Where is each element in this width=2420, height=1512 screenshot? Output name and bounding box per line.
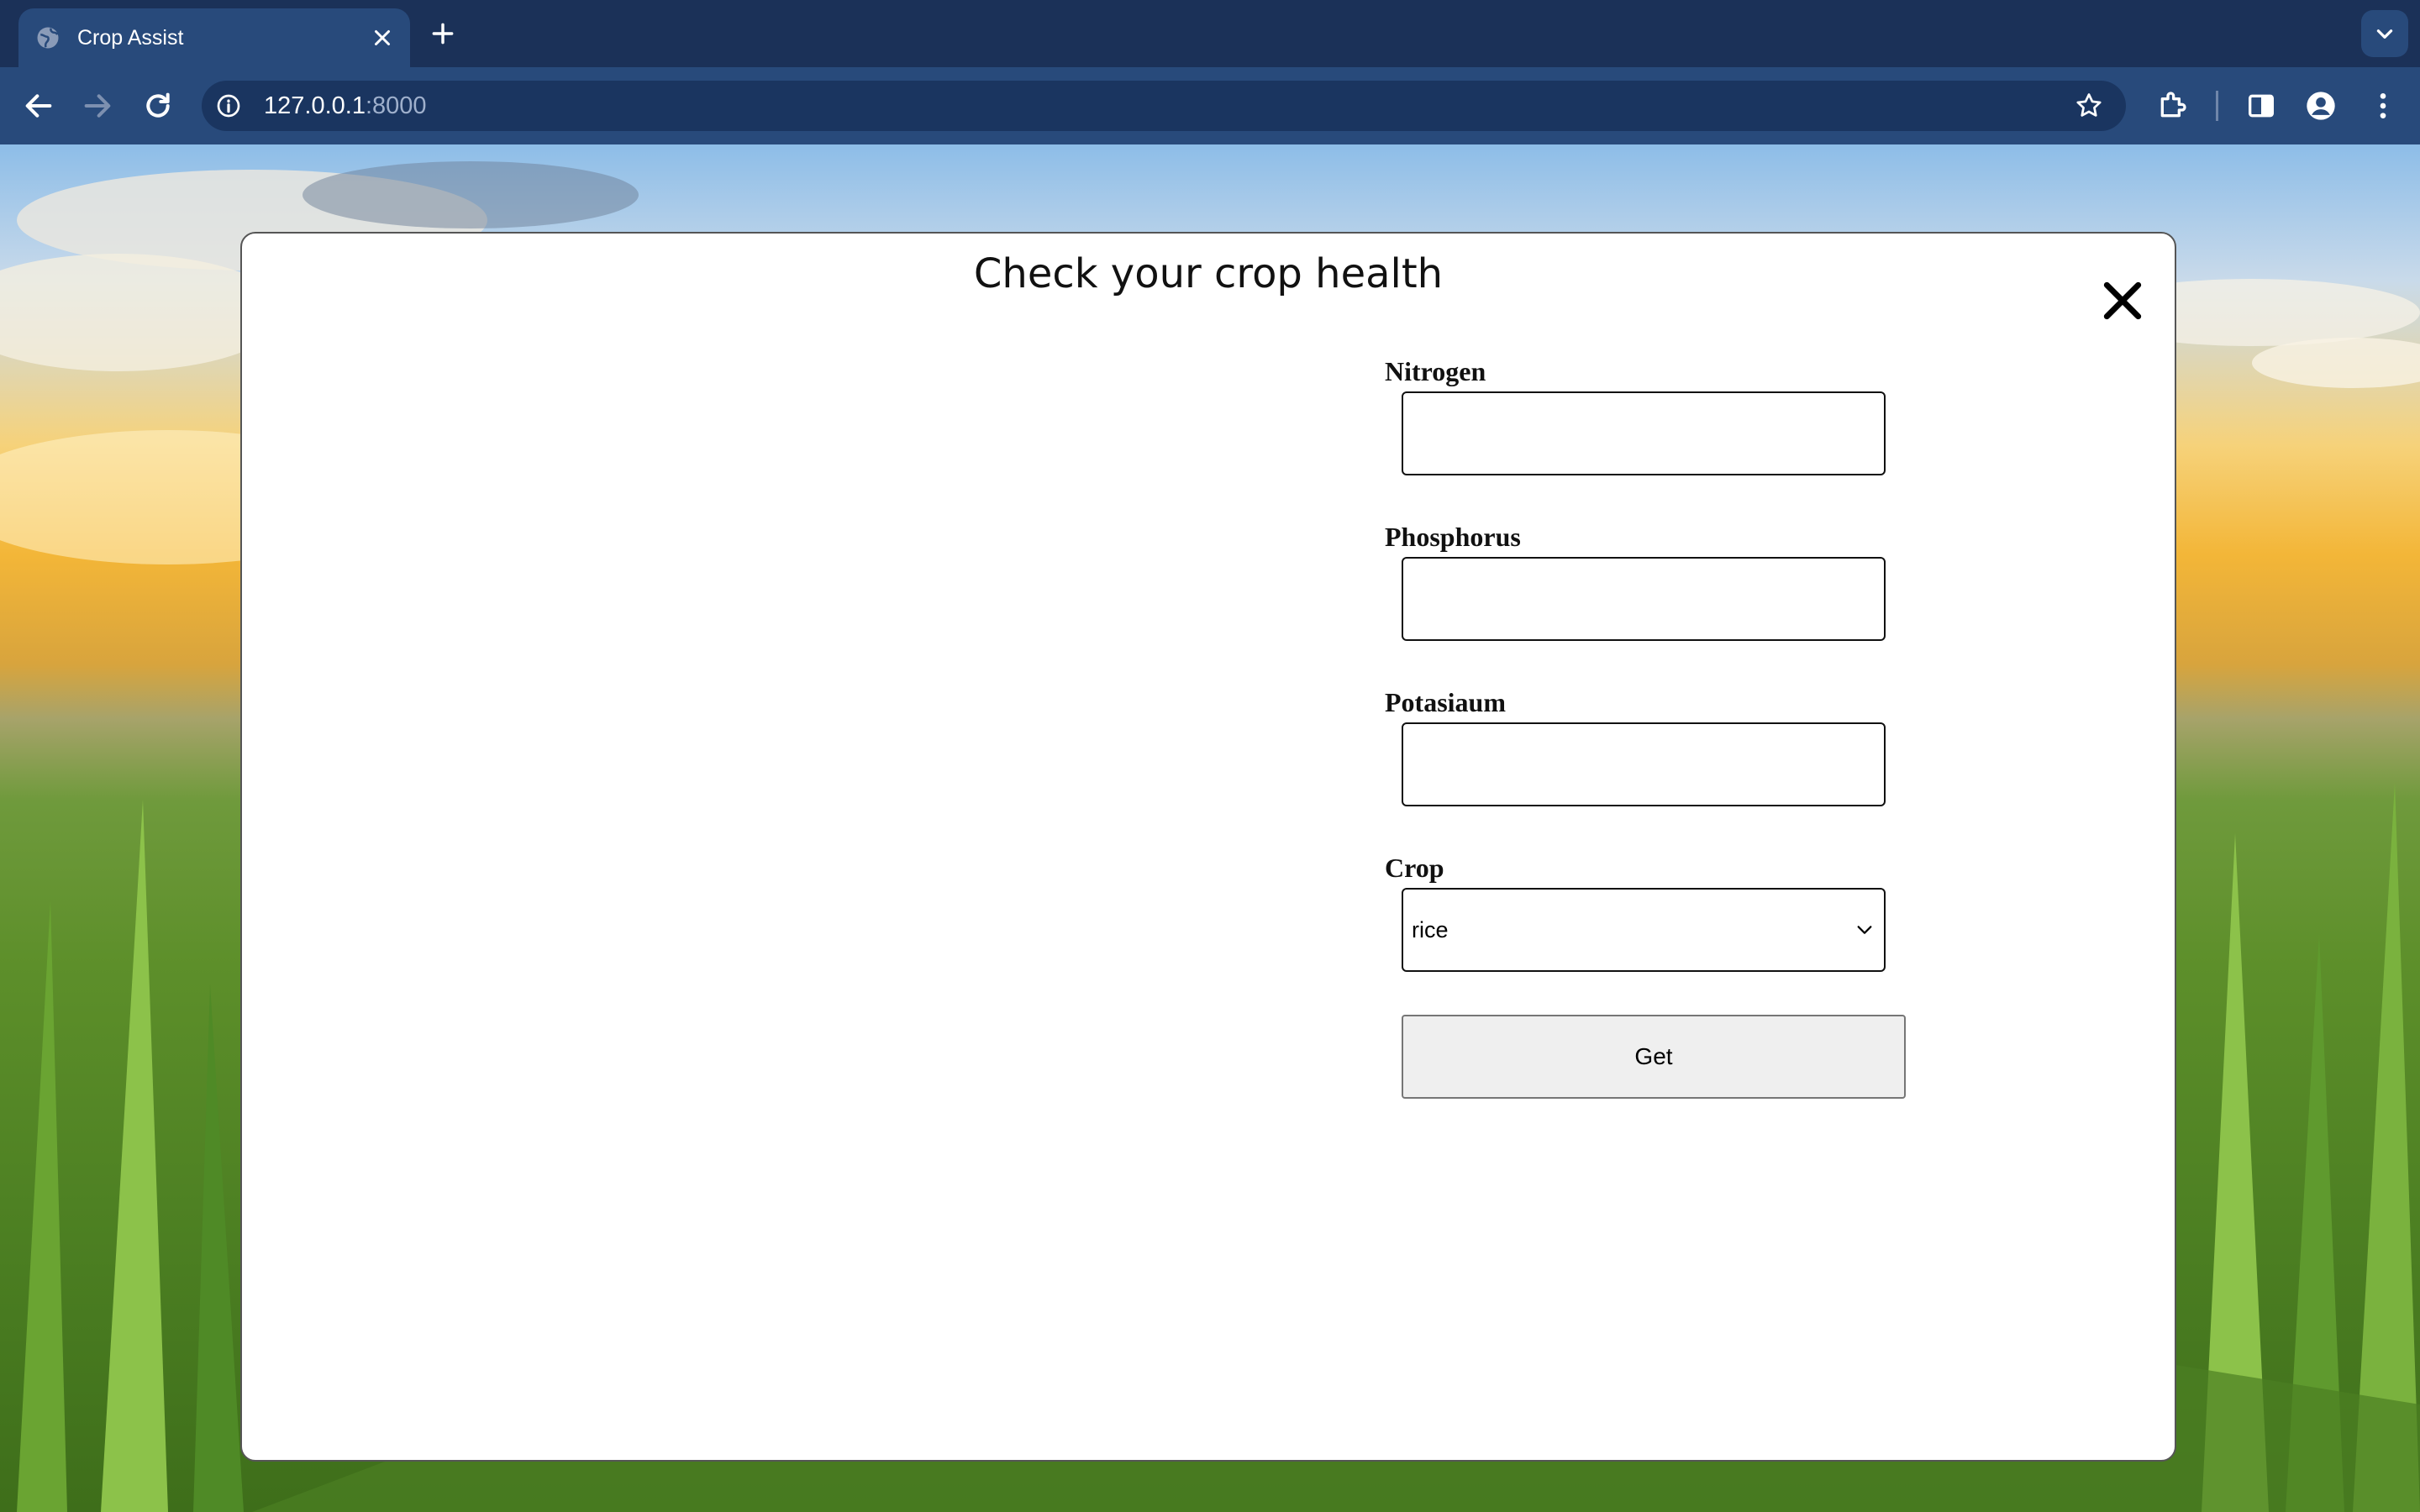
crop-health-modal: Check your crop health Nitrogen Phosphor…	[240, 232, 2176, 1462]
tab-search-button[interactable]	[2361, 10, 2408, 57]
browser-tabstrip: Crop Assist	[0, 0, 2420, 67]
forward-icon[interactable]	[81, 89, 114, 123]
url-text: 127.0.0.1:8000	[264, 91, 427, 121]
close-icon[interactable]	[2099, 277, 2146, 324]
side-panel-icon[interactable]	[2244, 89, 2278, 123]
potassium-label: Potasiaum	[1385, 687, 1506, 717]
modal-title: Check your crop health	[973, 250, 1444, 297]
chevron-down-icon	[2376, 29, 2393, 39]
url-port: :8000	[365, 92, 427, 119]
info-icon[interactable]	[215, 92, 242, 119]
browser-toolbar: 127.0.0.1:8000	[0, 67, 2420, 144]
menu-kebab-icon[interactable]	[2366, 89, 2400, 123]
crop-select[interactable]: rice	[1402, 888, 1886, 972]
phosphorus-label: Phosphorus	[1385, 522, 1521, 552]
phosphorus-input[interactable]	[1402, 557, 1886, 641]
page-viewport: Check your crop health Nitrogen Phosphor…	[0, 144, 2420, 1512]
reload-icon[interactable]	[141, 89, 175, 123]
close-tab-icon[interactable]	[370, 25, 395, 50]
bookmark-star-icon[interactable]	[2074, 91, 2104, 121]
profile-icon[interactable]	[2304, 89, 2338, 123]
new-tab-icon[interactable]	[429, 20, 456, 47]
nitrogen-label: Nitrogen	[1385, 356, 1486, 386]
chevron-down-icon	[1857, 926, 1872, 934]
back-icon[interactable]	[22, 89, 55, 123]
browser-tab[interactable]: Crop Assist	[18, 8, 410, 67]
potassium-input[interactable]	[1402, 722, 1886, 806]
get-button[interactable]: Get	[1402, 1015, 1906, 1099]
url-host: 127.0.0.1	[264, 92, 366, 119]
nitrogen-input[interactable]	[1402, 391, 1886, 475]
extensions-icon[interactable]	[2155, 89, 2189, 123]
tab-title: Crop Assist	[77, 25, 184, 50]
address-bar[interactable]: 127.0.0.1:8000	[202, 81, 2126, 131]
crop-label: Crop	[1385, 853, 1444, 883]
toolbar-divider	[2216, 91, 2218, 121]
crop-select-value: rice	[1412, 916, 1449, 942]
globe-icon	[37, 27, 59, 49]
